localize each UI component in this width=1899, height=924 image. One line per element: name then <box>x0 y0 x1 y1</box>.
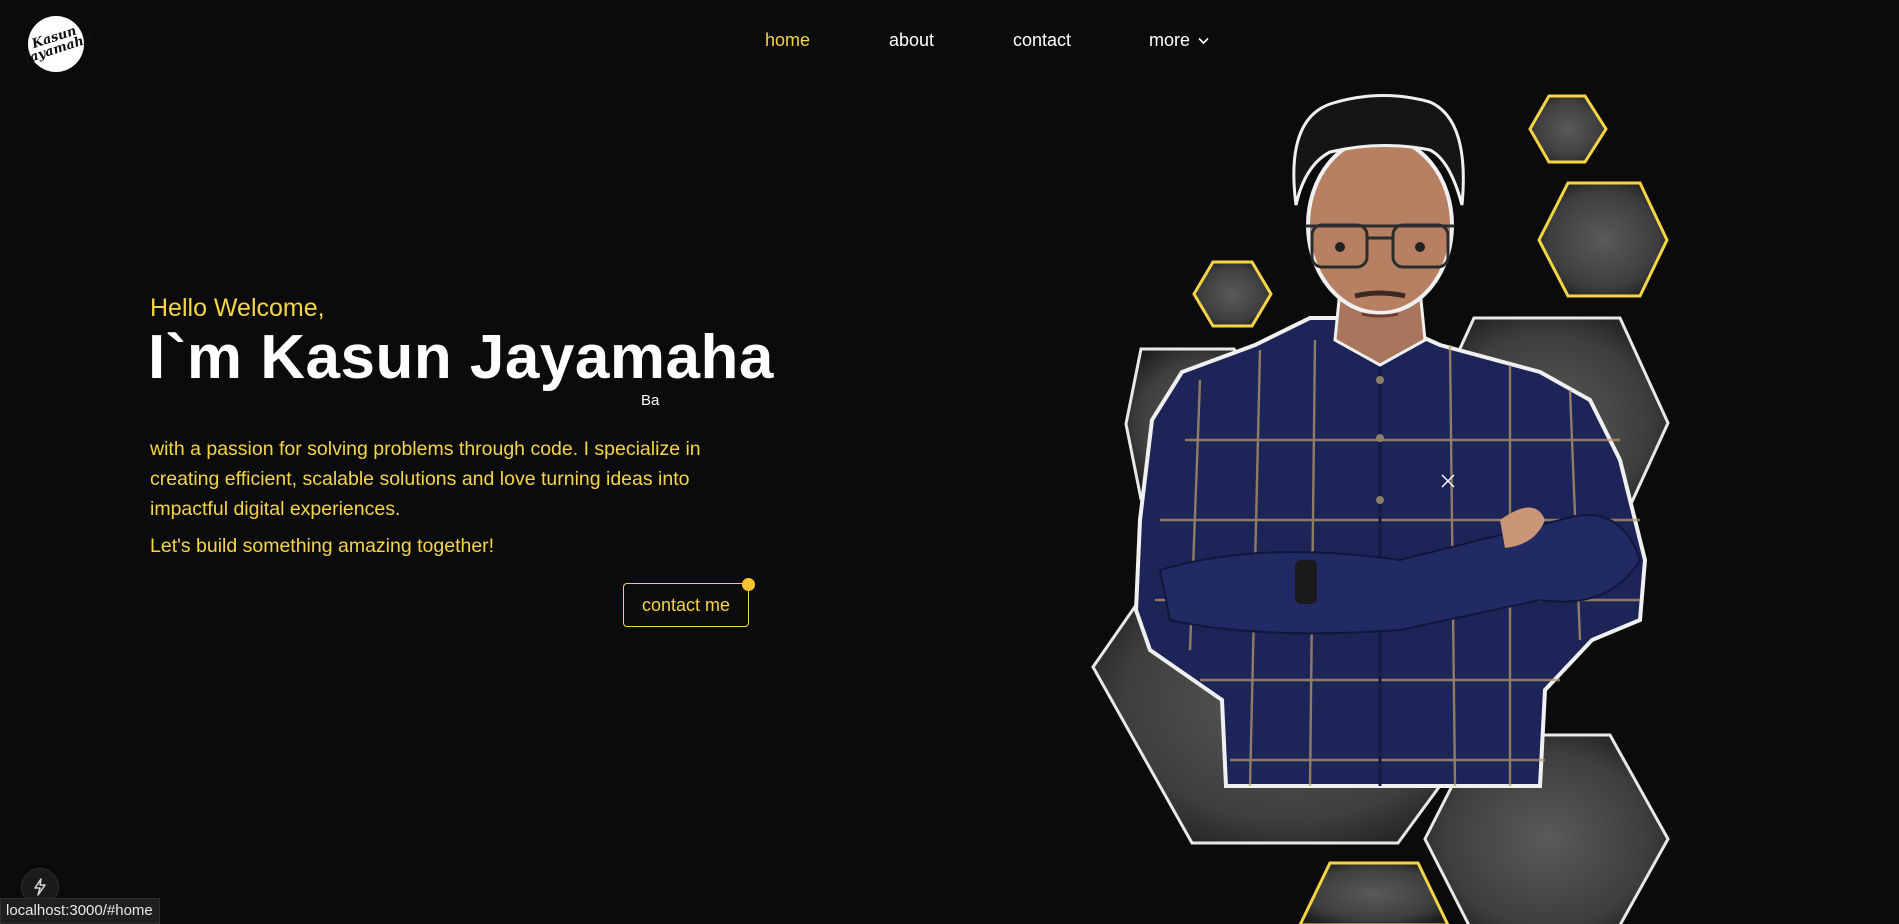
wristwatch <box>1295 560 1317 604</box>
status-bar-url: localhost:3000/#home <box>0 898 160 924</box>
page: Kasun Jayamaha home about contact more H… <box>0 0 1899 924</box>
lightning-icon <box>34 878 46 896</box>
profile-portrait <box>1133 93 1648 788</box>
